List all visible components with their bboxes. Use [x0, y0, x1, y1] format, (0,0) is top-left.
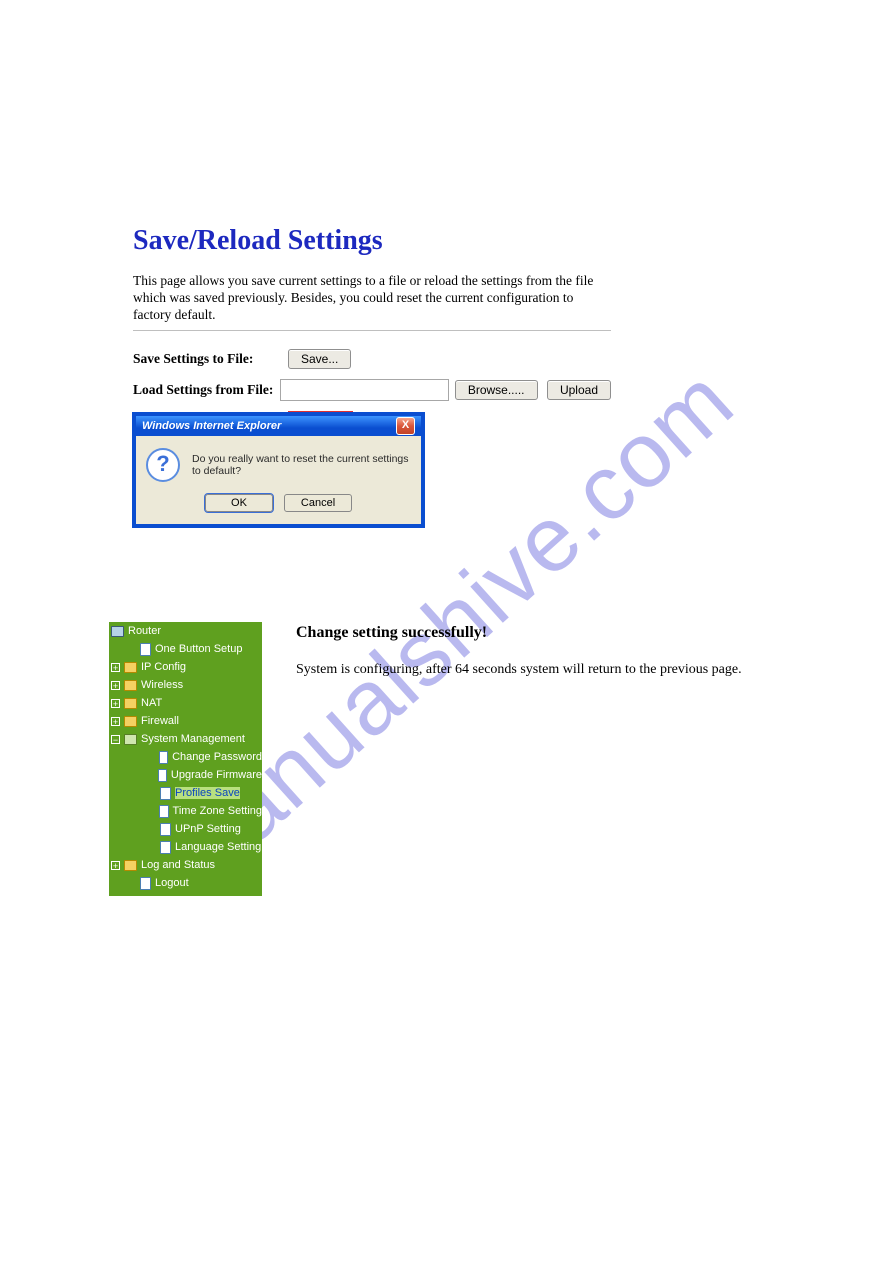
upload-button[interactable]: Upload: [547, 380, 611, 400]
sidebar-item-label: Logout: [155, 877, 189, 889]
countdown-seconds: 64: [455, 662, 469, 677]
sidebar-item-label: Wireless: [141, 679, 183, 691]
page-icon: [160, 787, 171, 800]
folder-open-icon: [124, 734, 137, 745]
folder-icon: [124, 698, 137, 709]
sidebar-item-label: System Management: [141, 733, 245, 745]
sidebar-item-label: Log and Status: [141, 859, 215, 871]
page-icon: [140, 643, 151, 656]
sidebar-item-label: Change Password: [172, 751, 262, 763]
sidebar-item-upgrade-firmware[interactable]: +Upgrade Firmware: [109, 766, 262, 784]
sidebar-item-label: Firewall: [141, 715, 179, 727]
sidebar-item-nat[interactable]: + NAT: [109, 694, 262, 712]
browse-button[interactable]: Browse.....: [455, 380, 538, 400]
folder-icon: [124, 860, 137, 871]
cancel-button[interactable]: Cancel: [284, 494, 352, 512]
page-icon: [160, 823, 171, 836]
expand-icon[interactable]: +: [111, 717, 120, 726]
tree-root[interactable]: Router: [109, 622, 262, 640]
folder-icon: [124, 716, 137, 727]
sidebar-item-label: Language Setting: [175, 841, 261, 853]
load-settings-label: Load Settings from File:: [133, 382, 280, 398]
sidebar-item-language-setting[interactable]: +Language Setting: [109, 838, 262, 856]
monitor-icon: [111, 626, 124, 637]
sidebar-item-log-and-status[interactable]: + Log and Status: [109, 856, 262, 874]
sidebar-item-time-zone-setting[interactable]: +Time Zone Setting: [109, 802, 262, 820]
folder-icon: [124, 662, 137, 673]
save-button[interactable]: Save...: [288, 349, 351, 369]
sidebar-item-wireless[interactable]: + Wireless: [109, 676, 262, 694]
page-icon: [159, 751, 168, 764]
sidebar-item-logout[interactable]: +Logout: [109, 874, 262, 892]
collapse-icon[interactable]: −: [111, 735, 120, 744]
dialog-title-text: Windows Internet Explorer: [142, 416, 281, 436]
close-icon[interactable]: X: [396, 417, 415, 435]
sidebar-item-label: Time Zone Setting: [173, 805, 262, 817]
confirm-dialog: Windows Internet Explorer X ? Do you rea…: [133, 413, 424, 527]
sidebar-item-label: UPnP Setting: [175, 823, 241, 835]
page-title: Save/Reload Settings: [133, 225, 611, 257]
sidebar-item-upnp-setting[interactable]: +UPnP Setting: [109, 820, 262, 838]
sidebar-item-label: One Button Setup: [155, 643, 242, 655]
sidebar-item-profiles-save[interactable]: +Profiles Save: [109, 784, 262, 802]
page-icon: [140, 877, 151, 890]
page-icon: [160, 841, 171, 854]
page-icon: [158, 769, 167, 782]
sidebar-item-ip-config[interactable]: + IP Config: [109, 658, 262, 676]
dialog-message: Do you really want to reset the current …: [192, 453, 411, 477]
sidebar-item-label: Upgrade Firmware: [171, 769, 262, 781]
tree-root-label: Router: [128, 625, 161, 637]
expand-icon[interactable]: +: [111, 681, 120, 690]
question-icon: ?: [146, 448, 180, 482]
file-path-input[interactable]: [280, 379, 449, 401]
sidebar-item-firewall[interactable]: + Firewall: [109, 712, 262, 730]
expand-icon[interactable]: +: [111, 861, 120, 870]
sidebar-item-label: Profiles Save: [175, 787, 240, 799]
divider: [133, 330, 611, 331]
status-title: Change setting successfully!: [296, 624, 742, 642]
save-settings-label: Save Settings to File:: [133, 351, 288, 367]
status-pane: Change setting successfully! System is c…: [296, 622, 742, 678]
dialog-titlebar[interactable]: Windows Internet Explorer X: [136, 416, 421, 436]
page-icon: [159, 805, 169, 818]
ok-button[interactable]: OK: [205, 494, 273, 512]
status-message: System is configuring, after 64 seconds …: [296, 662, 742, 678]
page-description: This page allows you save current settin…: [133, 273, 611, 324]
expand-icon[interactable]: +: [111, 663, 120, 672]
sidebar-item-label: IP Config: [141, 661, 186, 673]
sidebar-item-system-management[interactable]: − System Management: [109, 730, 262, 748]
sidebar-item-label: NAT: [141, 697, 162, 709]
sidebar-item-one-button-setup[interactable]: +One Button Setup: [109, 640, 262, 658]
folder-icon: [124, 680, 137, 691]
sidebar-item-change-password[interactable]: +Change Password: [109, 748, 262, 766]
expand-icon[interactable]: +: [111, 699, 120, 708]
nav-sidebar: Router +One Button Setup+IP Config+Wirel…: [109, 622, 262, 896]
